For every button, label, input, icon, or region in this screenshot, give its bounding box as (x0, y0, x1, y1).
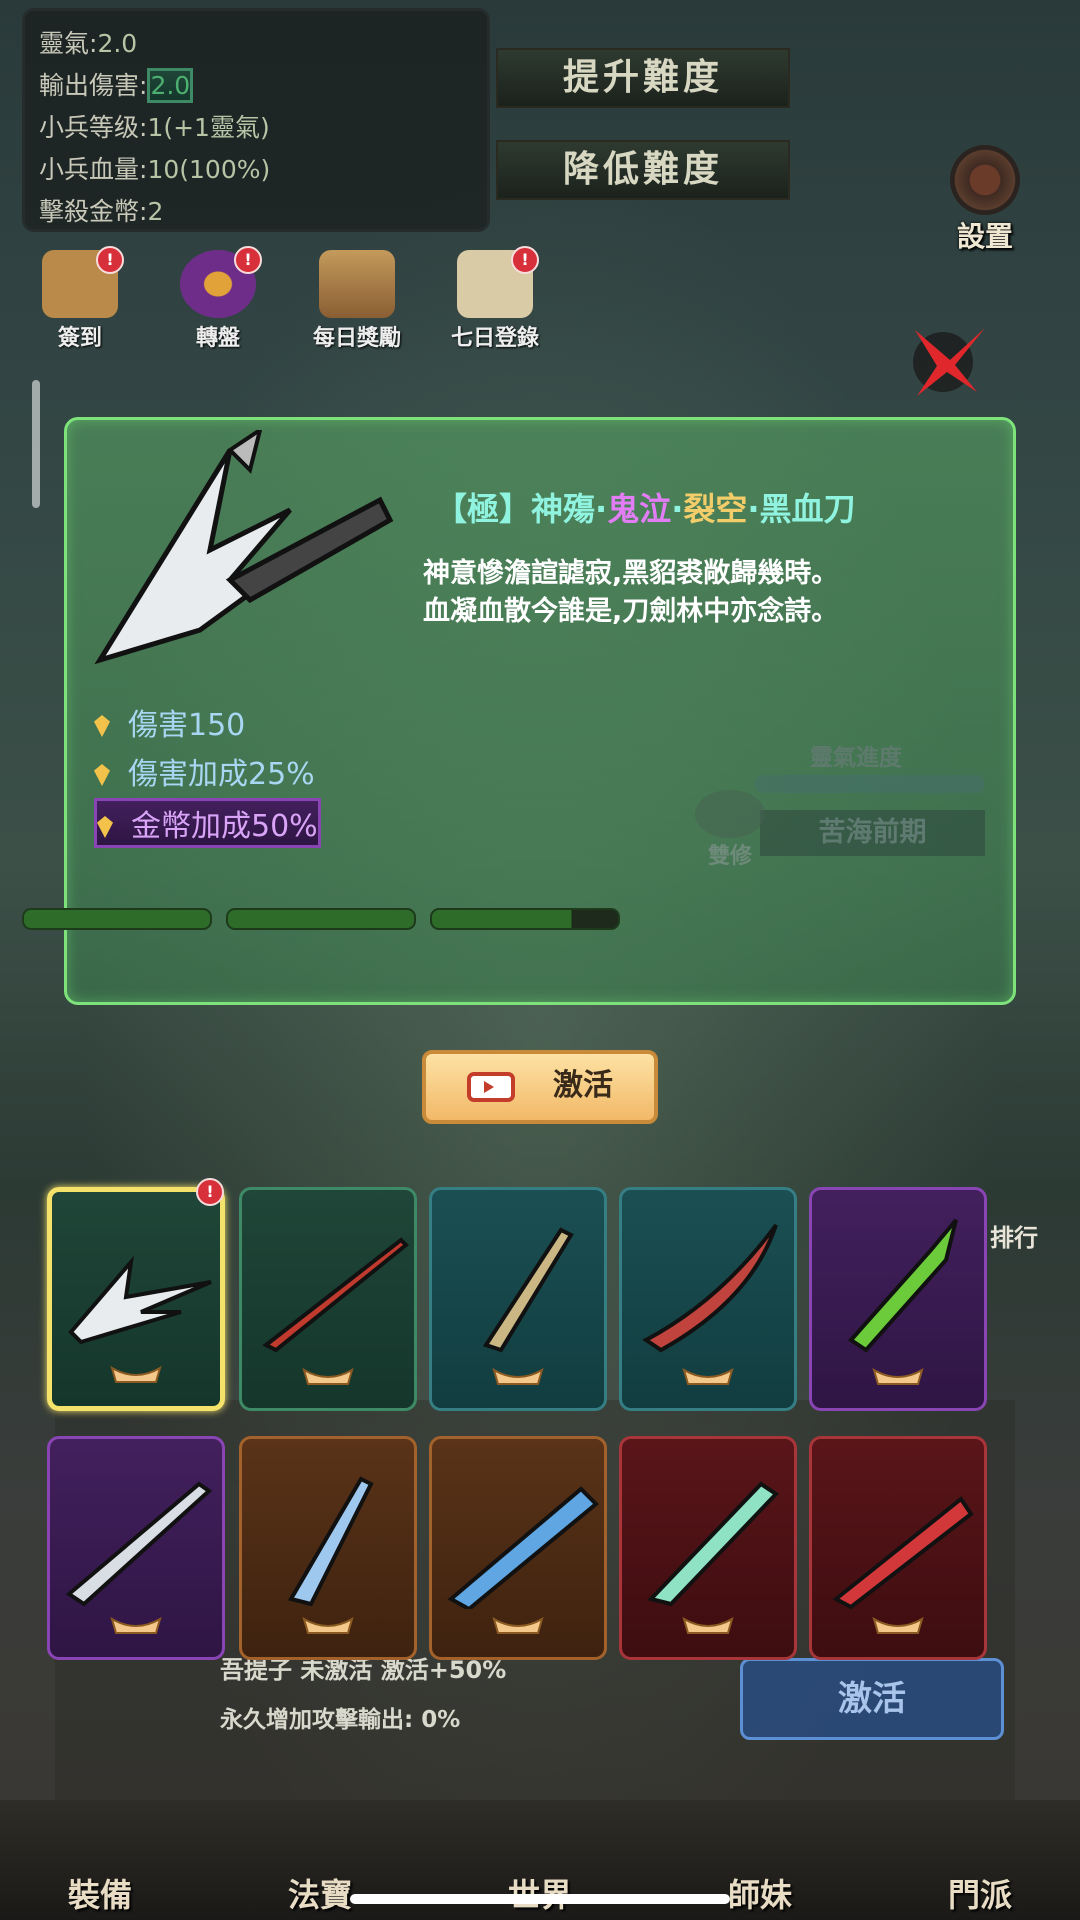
quick-seven-day[interactable]: ! 七日登錄 (440, 246, 550, 352)
jade-sword-icon (647, 1481, 780, 1607)
weapon-card-6[interactable] (47, 1436, 225, 1660)
silver-sword-icon (65, 1481, 213, 1607)
activate-button[interactable]: 激活 (422, 1050, 658, 1124)
alert-badge: ! (234, 246, 262, 274)
alert-badge: ! (511, 246, 539, 274)
quick-sign-in[interactable]: ! 簽到 (25, 246, 135, 352)
slot-icon (302, 1616, 354, 1634)
nav-equipment[interactable]: 裝備 (40, 1870, 160, 1916)
nav-treasure[interactable]: 法寶 (260, 1870, 380, 1916)
raise-difficulty-button[interactable]: 提升難度 (496, 48, 790, 108)
slot-icon (492, 1616, 544, 1634)
enemy-hp-bar (430, 908, 620, 930)
chest-icon (319, 250, 395, 318)
red-spear-icon (262, 1237, 409, 1353)
weapon-card-9[interactable] (619, 1436, 797, 1660)
scroll-indicator (32, 380, 40, 508)
slot-icon (872, 1616, 924, 1634)
slot-icon (872, 1367, 924, 1385)
weapon-image (94, 430, 394, 665)
slot-icon (492, 1367, 544, 1385)
weapon-card-4[interactable] (619, 1187, 797, 1411)
lotus-icon (695, 790, 765, 838)
dual-cultivation-button[interactable]: 雙修 (695, 790, 765, 870)
blue-greatsword-icon (447, 1486, 599, 1609)
attribute-damage: 傷害150 (94, 700, 245, 744)
slot-icon (302, 1367, 354, 1385)
nav-sect[interactable]: 門派 (920, 1870, 1040, 1916)
attribute-damage-bonus: 傷害加成25% (94, 749, 315, 793)
weapon-card-5[interactable] (809, 1187, 987, 1411)
settings-label: 設置 (956, 220, 1013, 253)
golden-sword-icon (482, 1227, 574, 1353)
weapon-card-2[interactable] (239, 1187, 417, 1411)
enemy-hp-bar (226, 908, 416, 930)
nav-junior-sister[interactable]: 師妹 (700, 1870, 820, 1916)
jade-blade-icon (847, 1218, 958, 1353)
gem-icon (94, 715, 110, 737)
nav-world[interactable]: 世界 (480, 1870, 600, 1916)
list-activate-button[interactable]: 激活 (740, 1658, 1004, 1740)
scroll-icon: ! (457, 246, 539, 318)
rank-label[interactable]: 排行 (990, 1218, 1038, 1253)
home-indicator[interactable] (350, 1894, 730, 1904)
quick-wheel[interactable]: ! 轉盤 (163, 246, 273, 352)
stat-row: 靈氣:2.0 (39, 29, 138, 58)
enemy-hp-bar (22, 908, 212, 930)
stat-row: 小兵血量:10(100%) (39, 155, 271, 184)
quick-daily-reward[interactable]: 每日獎勵 (302, 250, 412, 352)
slot-icon (110, 1616, 162, 1634)
list-row-bonus: 永久增加攻擊輸出: 0% (220, 1707, 461, 1733)
close-icon (913, 328, 985, 396)
stat-row: 擊殺金幣:2 (39, 197, 164, 226)
wheel-icon: ! (180, 246, 262, 318)
attribute-gold-bonus: 金幣加成50% (94, 798, 321, 848)
spirit-progress-bar (755, 775, 985, 793)
stat-row: 輸出傷害: 2.0 (39, 65, 473, 107)
alert-badge: ! (96, 246, 124, 274)
weapon-card-7[interactable] (239, 1436, 417, 1660)
spirit-progress-title: 靈氣進度 (810, 745, 902, 771)
close-button[interactable] (905, 320, 995, 400)
video-icon (467, 1071, 515, 1102)
gear-icon (950, 145, 1020, 215)
slot-icon (110, 1365, 162, 1383)
weapon-card-8[interactable] (429, 1436, 607, 1660)
settings-button[interactable]: 設置 (940, 145, 1030, 255)
stage-label: 苦海前期 (760, 810, 985, 856)
crimson-blade-icon (642, 1223, 778, 1353)
sign-in-icon: ! (42, 246, 124, 318)
gem-icon (94, 764, 110, 786)
alert-badge: ! (196, 1178, 224, 1206)
weapon-card-3[interactable] (429, 1187, 607, 1411)
stat-row: 小兵等级:1(+1靈氣) (39, 113, 270, 142)
slot-icon (682, 1616, 734, 1634)
weapon-card-1[interactable]: ! (47, 1178, 225, 1411)
weapon-title: 【極】神殤·鬼泣·裂空·黑血刀 (435, 490, 856, 528)
lower-difficulty-button[interactable]: 降低難度 (496, 140, 790, 200)
stats-panel: 靈氣:2.0 輸出傷害: 2.0 小兵等级:1(+1靈氣) 小兵血量:10(100… (22, 8, 490, 232)
weapon-poem: 神意慘澹諠謔寂,黑貂裘敞歸幾時。 血凝血散今誰是,刀劍林中亦念詩。 (423, 558, 839, 627)
gem-icon (97, 816, 113, 838)
slot-icon (682, 1367, 734, 1385)
red-machete-icon (832, 1496, 974, 1609)
arrowhead-blade-icon (68, 1255, 212, 1345)
ice-dagger-icon (287, 1476, 374, 1607)
weapon-card-10[interactable] (809, 1436, 987, 1660)
